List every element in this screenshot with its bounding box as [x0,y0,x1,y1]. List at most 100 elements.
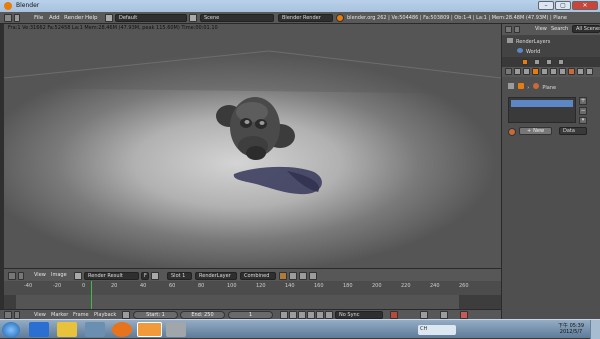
outliner-editor-type-icon[interactable] [505,26,512,33]
mask-icon[interactable] [299,272,307,280]
add-slot-button[interactable]: + [579,97,587,105]
image-editor-type-icon[interactable] [8,272,16,280]
material-link-select[interactable]: Data [559,127,587,135]
new-button-label: New [533,128,545,134]
media-player-icon[interactable] [85,322,105,337]
world-tab-icon[interactable] [523,68,530,75]
timeline[interactable]: -40 -20 0 20 40 60 80 100 120 140 160 180 200 220 240 2… [4,281,501,309]
screen-layout-icon[interactable] [105,14,113,22]
material-browse-icon[interactable] [508,128,516,136]
outliner-menu-view[interactable]: View [535,24,547,35]
image-name-field[interactable]: Render Result [84,272,139,280]
outliner-collapse-icon[interactable] [514,26,520,33]
view-restrict-icon[interactable] [534,59,540,65]
select-restrict-icon[interactable] [546,59,552,65]
maximize-button[interactable]: ▢ [555,1,571,10]
scene-tab-icon[interactable] [514,68,521,75]
remove-slot-button[interactable]: − [579,107,587,115]
show-desktop-button[interactable] [590,320,600,339]
object-tab-icon[interactable] [532,68,539,75]
system-tray[interactable] [480,325,550,335]
timeline-tick-label: 60 [169,283,176,289]
fake-user-button[interactable]: F [141,272,149,280]
timeline-collapse-icon[interactable] [14,311,20,319]
internet-explorer-icon[interactable] [29,322,49,337]
render-scene [4,50,501,195]
render-tab-icon[interactable] [505,68,512,75]
jump-end-icon[interactable] [325,311,333,319]
render-restrict-icon[interactable] [558,59,564,65]
material-slot-list[interactable] [508,97,576,123]
scene-icon[interactable] [189,14,197,22]
timeline-tick-label: -40 [24,283,33,289]
display-channels-icon[interactable] [279,272,287,280]
delete-keyframe-icon[interactable] [460,311,468,319]
next-keyframe-icon[interactable] [316,311,324,319]
timeline-tick-label: 220 [401,283,411,289]
clock-date[interactable]: 2012/5/7 [556,329,586,335]
render-engine-select[interactable]: Blender Render [278,14,333,22]
current-frame-field[interactable]: 1 [228,311,273,319]
render-pass-select[interactable]: Combined [240,272,276,280]
slot-select[interactable]: Slot 1 [167,272,192,280]
firefox-icon[interactable] [112,322,132,337]
file-explorer-icon[interactable] [57,322,77,337]
image-browse-icon[interactable] [74,272,82,280]
start-frame-field[interactable]: Start: 1 [133,311,178,319]
menu-add[interactable]: Add [49,12,60,24]
timeline-tick-label: 40 [140,283,147,289]
outliner-item-renderlayers[interactable]: RenderLayers [507,38,550,45]
prev-keyframe-icon[interactable] [289,311,297,319]
particles-tab-icon[interactable] [586,68,593,75]
scopes-icon[interactable] [309,272,317,280]
active-object-name: Plane [542,85,557,91]
minimize-button[interactable]: – [538,1,554,10]
close-button[interactable]: ✕ [572,1,598,10]
outliner[interactable]: View Search All Scenes RenderLayers Worl… [501,24,600,67]
outliner-item-world[interactable]: World [517,48,540,55]
preview-range-icon[interactable] [122,311,130,319]
timeline-frame-range [16,295,459,309]
screen-layout-select[interactable]: Default [115,14,187,22]
blender-taskbar-icon[interactable] [137,322,162,337]
insert-keyframe-icon[interactable] [440,311,448,319]
scene-select[interactable]: Scene [200,14,274,22]
image-unlink-icon[interactable] [151,272,159,280]
render-layer-select[interactable]: RenderLayer [195,272,237,280]
menu-help[interactable]: Help [85,12,98,24]
material-tab-icon[interactable] [568,68,575,75]
object-icon[interactable] [522,59,528,65]
auto-keying-icon[interactable] [390,311,398,319]
timeline-playhead[interactable] [91,281,92,309]
blender-info-icon [336,14,344,22]
keying-set-icon[interactable] [420,311,428,319]
play-reverse-icon[interactable] [298,311,306,319]
outliner-display-select[interactable]: All Scenes [572,25,600,33]
render-viewport[interactable]: Fra:1 Ve:31662 Fa:52458 La:1 Mem:28.46M … [4,24,501,268]
jump-start-icon[interactable] [280,311,288,319]
end-frame-field[interactable]: End: 250 [180,311,225,319]
modifiers-tab-icon[interactable] [550,68,557,75]
play-icon[interactable] [307,311,315,319]
sync-mode-select[interactable]: No Sync [335,311,383,319]
constraints-tab-icon[interactable] [541,68,548,75]
texture-tab-icon[interactable] [577,68,584,75]
new-material-button[interactable]: + New [519,127,552,135]
menu-render[interactable]: Render [64,12,84,24]
data-tab-icon[interactable] [559,68,566,75]
outliner-menu-search[interactable]: Search [551,24,568,35]
blender-secondary-icon[interactable] [166,322,186,337]
properties-editor[interactable]: › Plane + − ▾ + New Data [501,67,600,321]
collapse-menu-icon[interactable] [14,14,20,22]
editor-type-icon[interactable] [4,14,12,22]
language-bar[interactable]: CH [418,325,456,335]
menu-file[interactable]: File [34,12,43,24]
pin-icon[interactable] [508,83,514,89]
clock-time[interactable]: 下午 05:39 [556,322,586,329]
material-slot-selected[interactable] [511,100,573,107]
pin-image-icon[interactable] [289,272,297,280]
start-button[interactable] [2,322,20,338]
image-editor-collapse-icon[interactable] [18,272,24,280]
timeline-editor-type-icon[interactable] [4,311,12,319]
slot-menu-icon[interactable]: ▾ [579,117,587,124]
